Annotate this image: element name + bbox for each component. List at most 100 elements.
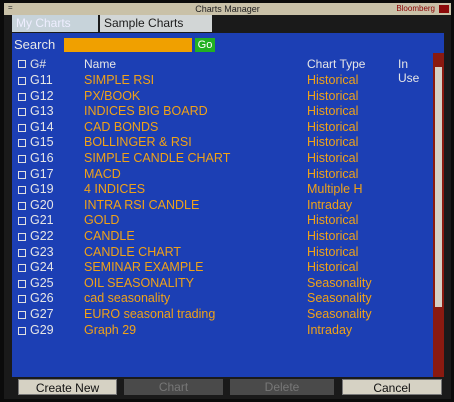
table-row[interactable]: G12 PX/BOOK Historical [12,89,432,105]
chart-id: G13 [30,104,54,119]
select-all-checkbox[interactable] [18,60,26,68]
row-checkbox[interactable] [18,201,26,210]
chart-type: Historical [307,119,359,134]
chart-type: Historical [307,213,359,228]
row-checkbox[interactable] [18,264,26,273]
table-row[interactable]: G27 EURO seasonal trading Seasonality [12,307,432,323]
go-button[interactable]: Go [195,38,215,52]
header-name[interactable]: Name [84,57,116,71]
chart-id: G21 [30,213,54,228]
chart-id: G24 [30,260,54,275]
chart-name: SEMINAR EXAMPLE [84,260,204,275]
chart-id: G22 [30,228,54,243]
table-row[interactable]: G19 4 INDICES Multiple H [12,182,432,198]
chart-type: Historical [307,260,359,275]
table-row[interactable]: G24 SEMINAR EXAMPLE Historical [12,260,432,276]
table-row[interactable]: G20 INTRA RSI CANDLE Intraday [12,198,432,214]
table-row[interactable]: G25 OIL SEASONALITY Seasonality [12,276,432,292]
chart-type: Historical [307,228,359,243]
search-input[interactable] [64,38,192,52]
brand-logo: Bloomberg [396,4,435,13]
tab-my-charts[interactable]: My Charts [12,15,98,32]
chart-type: Historical [307,166,359,181]
header-chart-type[interactable]: Chart Type [307,57,365,71]
row-checkbox[interactable] [18,108,26,117]
chart-name: GOLD [84,213,120,228]
table-row[interactable]: G11 SIMPLE RSI Historical [12,73,432,89]
chart-type: Seasonality [307,291,372,306]
table-row[interactable]: G16 SIMPLE CANDLE CHART Historical [12,151,432,167]
window-title: Charts Manager [195,4,260,14]
chart-name: PX/BOOK [84,88,141,103]
chart-name: cad seasonality [84,291,171,306]
search-row: Search Go [12,37,252,53]
chart-name: MACD [84,166,121,181]
vertical-scrollbar[interactable] [433,53,444,377]
chart-type: Intraday [307,322,353,337]
row-checkbox[interactable] [18,123,26,132]
table-header: G# Name Chart Type In Use [12,57,432,85]
charts-panel: Search Go G# Name Chart Type In Use G11 S… [12,33,444,377]
chart-name: INTRA RSI CANDLE [84,197,200,212]
chart-type: Historical [307,135,359,150]
chart-name: CANDLE [84,228,135,243]
chart-type: Historical [307,104,359,119]
chart-name: INDICES BIG BOARD [84,104,208,119]
row-checkbox[interactable] [18,77,26,85]
chart-button[interactable]: Chart [124,379,223,395]
chart-name: OIL SEASONALITY [84,275,194,290]
chart-name: SIMPLE RSI [84,73,155,87]
row-checkbox[interactable] [18,279,26,288]
header-id[interactable]: G# [30,57,46,71]
chart-id: G29 [30,322,54,337]
chart-name: 4 INDICES [84,182,146,197]
table-row[interactable]: G17 MACD Historical [12,167,432,183]
chart-type: Historical [307,150,359,165]
chart-name: Graph 29 [84,322,137,337]
row-checkbox[interactable] [18,310,26,319]
title-bar[interactable]: = Charts Manager Bloomberg [4,3,451,15]
chart-id: G20 [30,197,54,212]
chart-type: Seasonality [307,306,372,321]
table-row[interactable]: G14 CAD BONDS Historical [12,120,432,136]
table-row[interactable]: G22 CANDLE Historical [12,229,432,245]
button-bar: Create New Chart Delete Cancel [12,377,444,395]
chart-id: G11 [30,73,53,87]
row-checkbox[interactable] [18,232,26,241]
table-row[interactable]: G13 INDICES BIG BOARD Historical [12,104,432,120]
row-checkbox[interactable] [18,139,26,148]
row-checkbox[interactable] [18,170,26,179]
row-checkbox[interactable] [18,326,26,335]
chart-type: Historical [307,88,359,103]
tab-sample-charts[interactable]: Sample Charts [100,15,212,32]
chart-id: G16 [30,150,54,165]
chart-id: G27 [30,306,54,321]
chart-list: G11 SIMPLE RSI Historical G12 PX/BOOK Histori… [12,73,432,338]
row-checkbox[interactable] [18,217,26,226]
table-row[interactable]: G26 cad seasonality Seasonality [12,291,432,307]
chart-id: G17 [30,166,54,181]
row-checkbox[interactable] [18,186,26,195]
close-icon[interactable] [439,5,449,13]
table-row[interactable]: G21 GOLD Historical [12,213,432,229]
chart-type: Historical [307,244,359,259]
delete-button[interactable]: Delete [230,379,334,395]
table-row[interactable]: G15 BOLLINGER & RSI Historical [12,135,432,151]
row-checkbox[interactable] [18,295,26,304]
row-checkbox[interactable] [18,154,26,163]
chart-id: G19 [30,182,54,197]
chart-type: Intraday [307,197,353,212]
cancel-button[interactable]: Cancel [342,379,442,395]
create-new-button[interactable]: Create New [18,379,117,395]
chart-name: CAD BONDS [84,119,159,134]
chart-id: G26 [30,291,54,306]
chart-type: Historical [307,73,359,87]
chart-id: G14 [30,119,54,134]
chart-id: G25 [30,275,54,290]
table-row[interactable]: G29 Graph 29 Intraday [12,323,432,339]
row-checkbox[interactable] [18,92,26,101]
table-row[interactable]: G23 CANDLE CHART Historical [12,245,432,261]
scrollbar-thumb[interactable] [435,67,442,307]
chart-id: G12 [30,88,54,103]
row-checkbox[interactable] [18,248,26,257]
